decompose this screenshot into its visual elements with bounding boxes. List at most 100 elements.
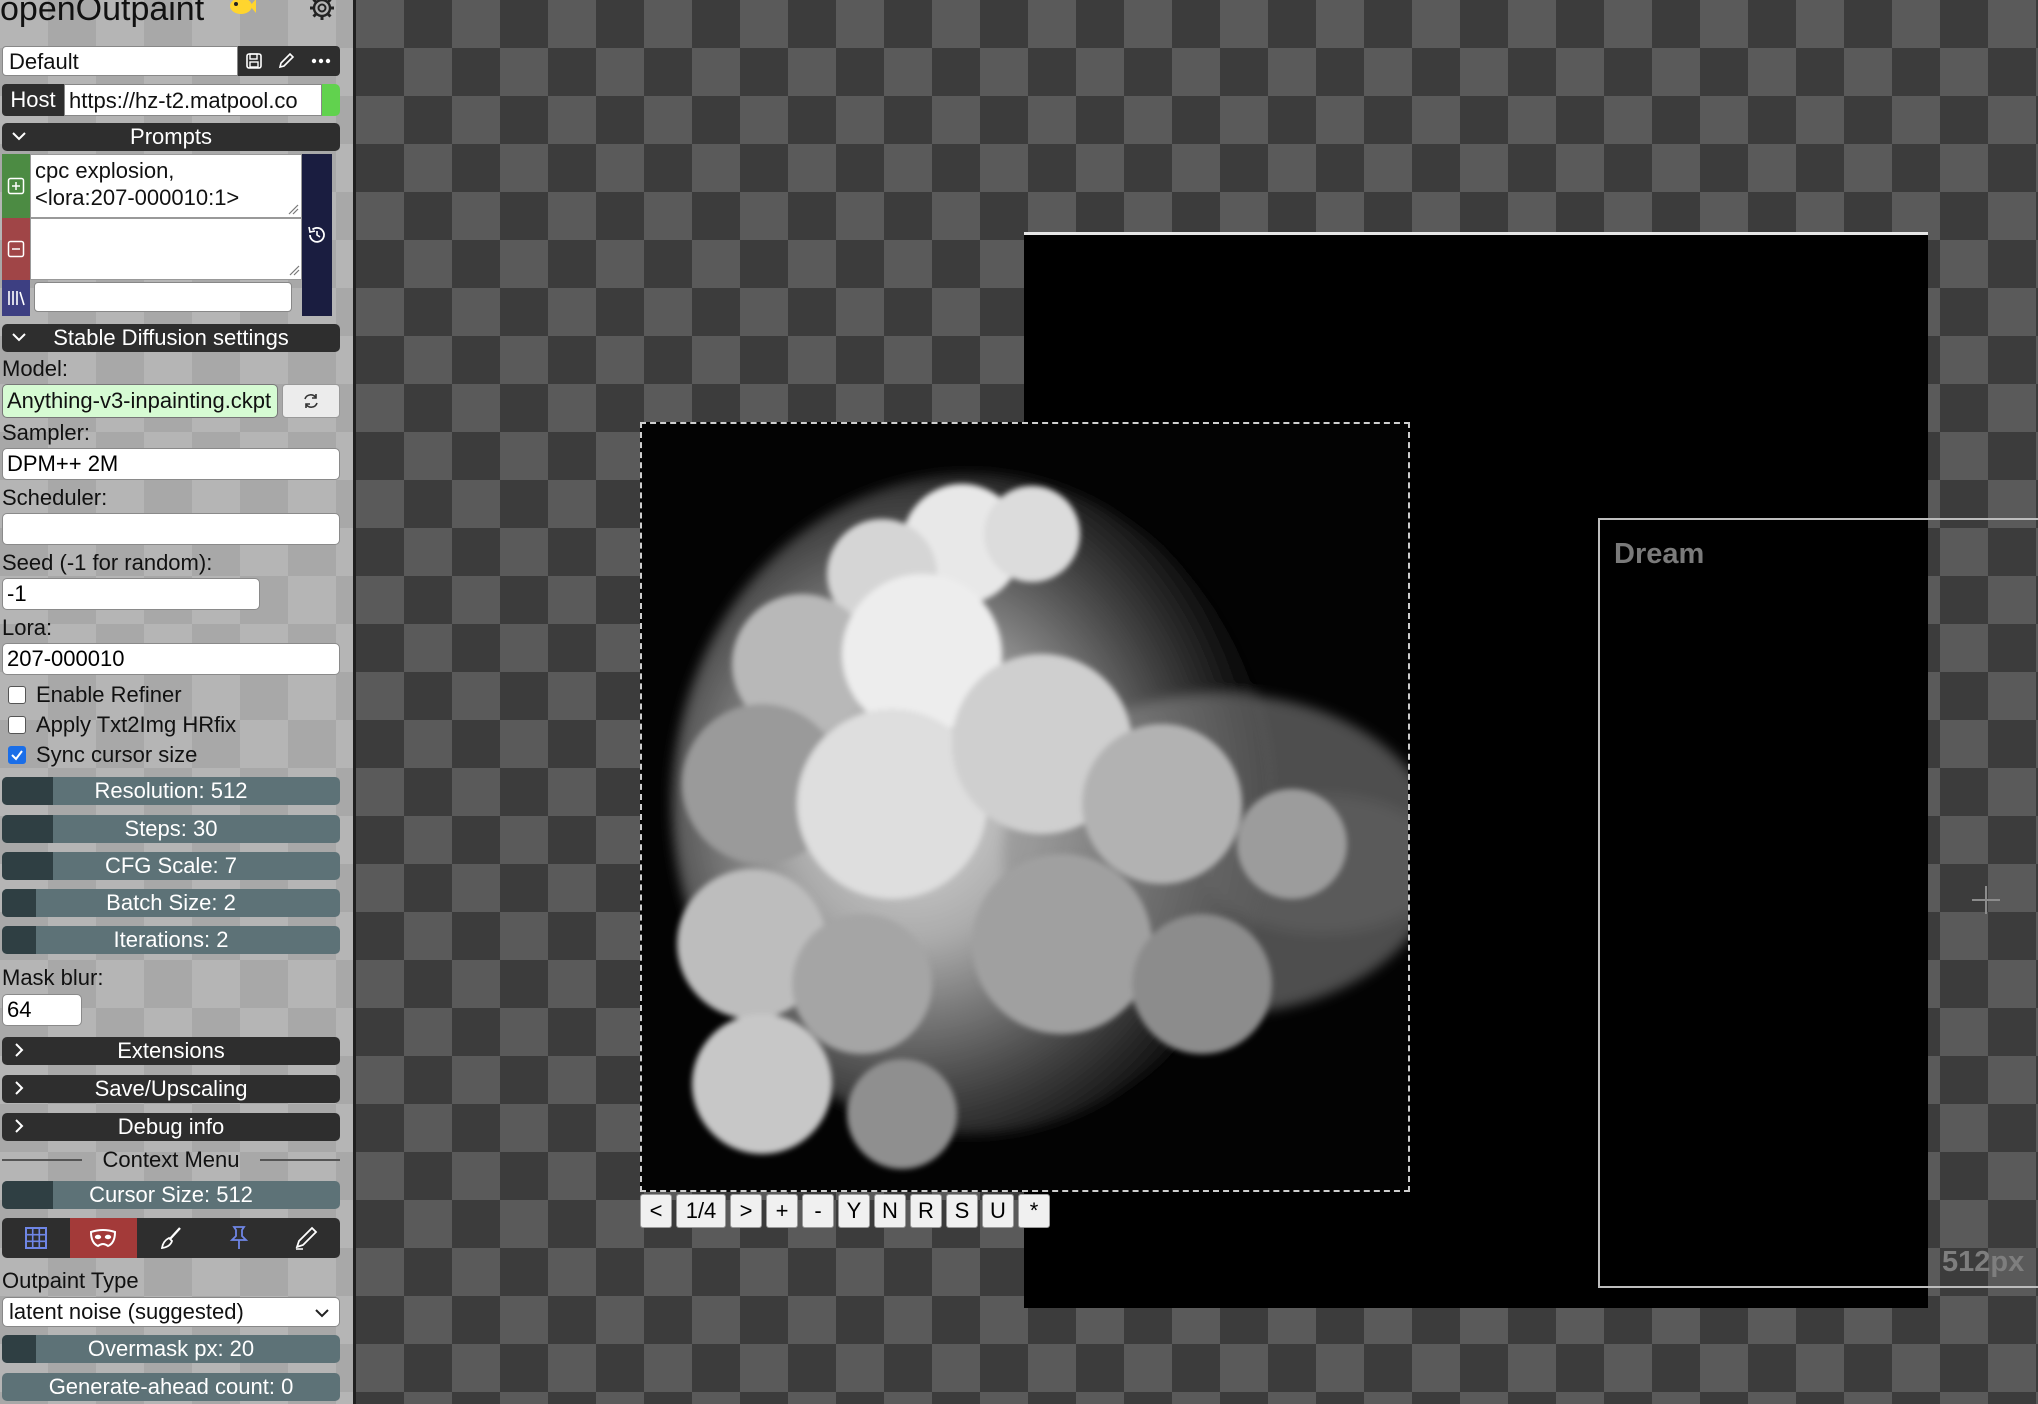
mask-tool-button[interactable] bbox=[69, 1218, 138, 1258]
generate-ahead-slider-label: Generate-ahead count: 0 bbox=[48, 1374, 294, 1399]
positive-prompt-line-2: <lora:207-000010:1> bbox=[35, 185, 240, 210]
image-navigation-bar: < 1/4 > + - Y N R S U * bbox=[640, 1194, 1050, 1228]
hrfix-checkbox[interactable] bbox=[8, 716, 26, 734]
scheduler-input[interactable] bbox=[2, 513, 340, 545]
resolution-slider-label: Resolution: 512 bbox=[94, 778, 248, 803]
stamp-icon bbox=[229, 1226, 248, 1249]
star-button[interactable]: * bbox=[1018, 1194, 1050, 1228]
debug-info-section-label: Debug info bbox=[117, 1114, 225, 1139]
seed-input[interactable]: -1 bbox=[2, 578, 260, 610]
scheduler-label: Scheduler: bbox=[2, 485, 108, 510]
tool-selector bbox=[2, 1218, 340, 1258]
batch-size-slider-label: Batch Size: 2 bbox=[106, 890, 236, 915]
prompts-section-toggle[interactable]: Prompts bbox=[2, 123, 340, 151]
cursor-size-slider[interactable]: Cursor Size: 512 bbox=[2, 1181, 340, 1209]
upscale-button[interactable]: U bbox=[982, 1194, 1014, 1228]
checkmark-icon bbox=[11, 750, 23, 761]
more-dots-icon bbox=[311, 58, 331, 64]
sd-settings-section-label: Stable Diffusion settings bbox=[53, 325, 289, 350]
seed-label: Seed (-1 for random): bbox=[2, 550, 213, 575]
next-image-button[interactable]: > bbox=[730, 1194, 762, 1228]
fewer-images-button[interactable]: - bbox=[802, 1194, 834, 1228]
stamp-tool-button[interactable] bbox=[205, 1218, 273, 1258]
reject-button[interactable]: N bbox=[874, 1194, 906, 1228]
hrfix-row[interactable]: Apply Txt2Img HRfix bbox=[8, 712, 236, 738]
settings-gear-icon[interactable] bbox=[304, 0, 340, 26]
overmask-slider[interactable]: Overmask px: 20 bbox=[2, 1335, 340, 1363]
cursor-size-slider-label: Cursor Size: 512 bbox=[89, 1182, 253, 1207]
mask-blur-input[interactable]: 64 bbox=[2, 994, 82, 1026]
pen-tool-button[interactable] bbox=[272, 1218, 340, 1258]
minus-square-icon bbox=[7, 240, 25, 258]
negative-prompt-textarea[interactable] bbox=[30, 218, 302, 280]
extensions-section-toggle[interactable]: Extensions bbox=[2, 1037, 340, 1065]
outpaint-type-label: Outpaint Type bbox=[2, 1268, 139, 1293]
sampler-label: Sampler: bbox=[2, 420, 91, 445]
chevron-down-icon bbox=[315, 1309, 329, 1318]
context-menu-label: Context Menu bbox=[102, 1147, 240, 1172]
save-preset-button[interactable] bbox=[238, 46, 270, 76]
cursor-size-readout: 512px bbox=[1942, 1246, 2025, 1278]
batch-size-slider[interactable]: Batch Size: 2 bbox=[2, 889, 340, 917]
host-label: Host bbox=[2, 84, 64, 116]
debug-info-section-toggle[interactable]: Debug info bbox=[2, 1113, 340, 1141]
pen-icon bbox=[295, 1226, 318, 1250]
brush-tool-button[interactable] bbox=[137, 1218, 205, 1258]
cfg-scale-slider[interactable]: CFG Scale: 7 bbox=[2, 852, 340, 880]
grid-icon bbox=[24, 1227, 47, 1249]
prompts-section-label: Prompts bbox=[130, 124, 212, 149]
enable-refiner-checkbox[interactable] bbox=[8, 686, 26, 704]
chevron-down-icon bbox=[12, 132, 26, 141]
sync-cursor-row[interactable]: Sync cursor size bbox=[8, 742, 197, 768]
library-icon bbox=[8, 291, 25, 306]
steps-slider-label: Steps: 30 bbox=[124, 816, 218, 841]
generate-ahead-slider[interactable]: Generate-ahead count: 0 bbox=[2, 1373, 340, 1401]
chevron-right-icon bbox=[15, 1081, 24, 1095]
save-image-button[interactable]: S bbox=[946, 1194, 978, 1228]
resize-grip-icon[interactable] bbox=[287, 203, 299, 215]
lora-input[interactable]: 207-000010 bbox=[2, 643, 340, 675]
iterations-slider[interactable]: Iterations: 2 bbox=[2, 926, 340, 954]
regenerate-button[interactable]: R bbox=[910, 1194, 942, 1228]
host-status-indicator bbox=[322, 84, 340, 116]
preset-more-button[interactable] bbox=[302, 46, 340, 76]
sd-settings-section-toggle[interactable]: Stable Diffusion settings bbox=[2, 324, 340, 352]
host-input[interactable]: https://hz-t2.matpool.co bbox=[64, 84, 322, 116]
sync-cursor-checkbox[interactable] bbox=[8, 746, 26, 764]
iterations-slider-label: Iterations: 2 bbox=[113, 927, 229, 952]
resize-grip-icon[interactable] bbox=[288, 264, 300, 276]
prompt-history-button[interactable] bbox=[302, 154, 332, 316]
save-upscaling-section-toggle[interactable]: Save/Upscaling bbox=[2, 1075, 340, 1103]
refresh-models-button[interactable] bbox=[282, 384, 340, 418]
positive-prompt-textarea[interactable]: cpc explosion, <lora:207-000010:1> bbox=[30, 154, 302, 218]
model-input[interactable]: Anything-v3-inpainting.ckpt bbox=[2, 384, 278, 418]
context-menu-divider: Context Menu bbox=[2, 1146, 340, 1174]
style-input[interactable] bbox=[34, 282, 292, 312]
save-icon bbox=[246, 53, 262, 69]
more-images-button[interactable]: + bbox=[766, 1194, 798, 1228]
preset-select[interactable]: Default bbox=[2, 46, 238, 76]
steps-slider[interactable]: Steps: 30 bbox=[2, 815, 340, 843]
outpaint-type-select[interactable]: latent noise (suggested) bbox=[2, 1297, 340, 1327]
save-upscaling-section-label: Save/Upscaling bbox=[94, 1076, 248, 1101]
generated-image-preview[interactable] bbox=[640, 422, 1410, 1192]
chevron-right-icon bbox=[15, 1043, 24, 1057]
previous-image-button[interactable]: < bbox=[640, 1194, 672, 1228]
grid-tool-button[interactable] bbox=[2, 1218, 70, 1258]
positive-prompt-marker bbox=[2, 154, 30, 218]
accept-button[interactable]: Y bbox=[838, 1194, 870, 1228]
dream-label: Dream bbox=[1614, 538, 1705, 570]
sampler-input[interactable]: DPM++ 2M bbox=[2, 448, 340, 480]
brush-icon bbox=[160, 1227, 181, 1250]
fish-logo-icon bbox=[230, 0, 256, 14]
edit-preset-button[interactable] bbox=[270, 46, 302, 76]
pencil-icon bbox=[278, 52, 295, 69]
app-title: openOutpaint bbox=[0, 0, 205, 28]
lora-label: Lora: bbox=[2, 615, 53, 640]
positive-prompt-line-1: cpc explosion, bbox=[35, 158, 175, 183]
resolution-slider[interactable]: Resolution: 512 bbox=[2, 777, 340, 805]
chevron-right-icon bbox=[15, 1119, 24, 1133]
outpaint-type-value: latent noise (suggested) bbox=[9, 1299, 244, 1324]
mask-icon bbox=[90, 1229, 117, 1248]
enable-refiner-row[interactable]: Enable Refiner bbox=[8, 682, 182, 708]
